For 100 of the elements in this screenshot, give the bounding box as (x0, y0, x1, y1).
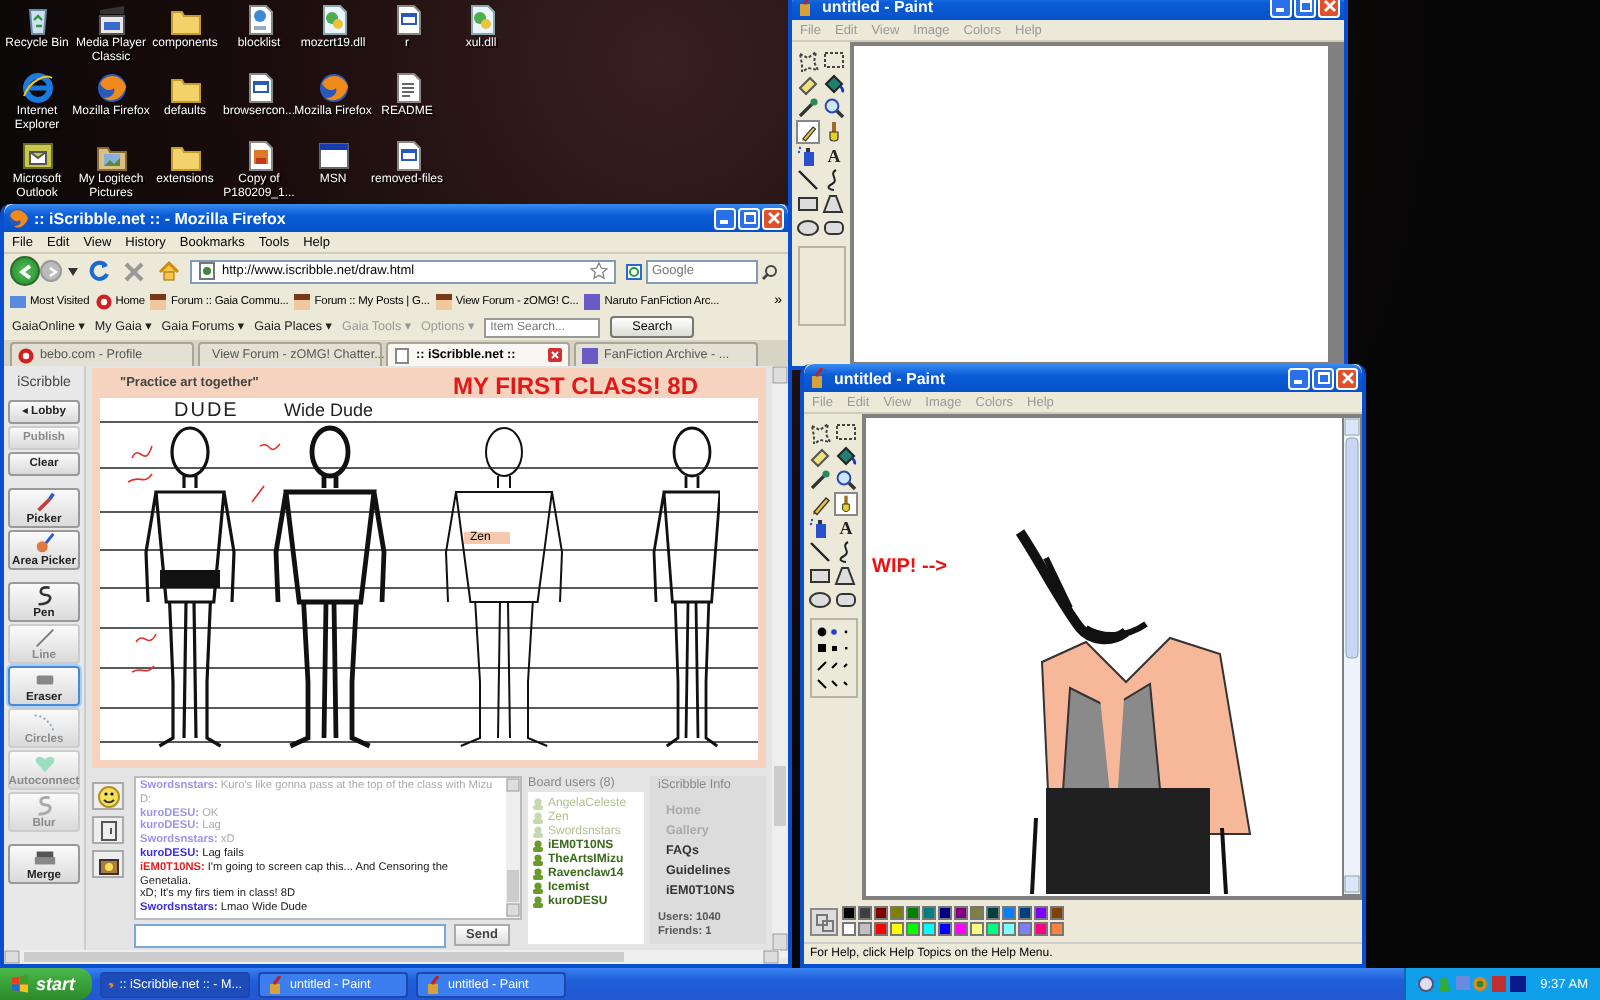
color-swatch[interactable] (858, 922, 872, 936)
tool-button[interactable] (834, 564, 858, 588)
color-swatch[interactable] (1050, 906, 1064, 920)
color-swatch[interactable] (922, 906, 936, 920)
color-swatch[interactable] (1018, 922, 1032, 936)
tool-button[interactable] (822, 72, 846, 96)
color-swatch[interactable] (842, 922, 856, 936)
color-swatch[interactable] (1050, 922, 1064, 936)
color-swatch[interactable] (986, 906, 1000, 920)
color-swatch[interactable] (922, 922, 936, 936)
color-swatch[interactable] (938, 922, 952, 936)
window-file-icon[interactable] (391, 4, 423, 36)
gear-file-icon[interactable] (317, 4, 349, 36)
pencil-icon (808, 492, 832, 516)
tool-button[interactable] (822, 48, 846, 72)
tool-button[interactable] (834, 444, 858, 468)
spray-can-icon (808, 516, 832, 540)
minimize-button[interactable] (714, 207, 736, 229)
reload-icon[interactable] (88, 260, 110, 282)
color-swatch[interactable] (954, 906, 968, 920)
window-title: untitled - Paint (822, 0, 936, 15)
ring-icon (95, 293, 112, 309)
maximize-button[interactable] (1294, 0, 1316, 17)
tool-button[interactable] (834, 588, 858, 612)
image-file-icon[interactable] (243, 140, 275, 172)
magnifier-icon (822, 96, 846, 120)
color-swatch[interactable] (954, 922, 968, 936)
envelope-icon[interactable] (21, 140, 53, 172)
tool-button[interactable] (808, 516, 832, 540)
emoticon-button[interactable] (92, 782, 124, 810)
minimize-button[interactable] (1270, 0, 1292, 17)
color-swatch[interactable] (1034, 922, 1048, 936)
close-button[interactable] (1336, 367, 1358, 389)
tool-button[interactable] (834, 492, 858, 516)
tool-button[interactable] (834, 468, 858, 492)
color-swatch[interactable] (890, 922, 904, 936)
tool-button[interactable] (796, 216, 820, 240)
tool-button[interactable]: A (834, 516, 858, 540)
paint-brush-cup-icon (424, 975, 442, 993)
maximize-button[interactable] (1312, 367, 1334, 389)
close-button[interactable] (1318, 0, 1340, 17)
tool-button[interactable] (808, 492, 832, 516)
window-file-icon[interactable] (243, 72, 275, 104)
tool-button[interactable] (796, 168, 820, 192)
tool-button[interactable] (796, 96, 820, 120)
door-button[interactable] (92, 816, 124, 844)
color-swatch[interactable] (1034, 906, 1048, 920)
color-swatch[interactable] (858, 906, 872, 920)
maximize-button[interactable] (738, 207, 760, 229)
camera-button[interactable] (92, 850, 124, 878)
color-swatch[interactable] (938, 906, 952, 920)
chat-input[interactable] (134, 924, 446, 948)
window-file-icon[interactable] (391, 140, 423, 172)
tool-button[interactable] (796, 48, 820, 72)
gear-file-icon[interactable] (465, 4, 497, 36)
tool-button[interactable] (822, 192, 846, 216)
tool-button[interactable] (796, 192, 820, 216)
color-swatch[interactable] (906, 906, 920, 920)
window-icon[interactable] (317, 140, 349, 172)
e-globe-icon[interactable] (21, 72, 53, 104)
tool-button[interactable] (808, 564, 832, 588)
tool-button[interactable]: A (822, 144, 846, 168)
color-swatch[interactable] (970, 906, 984, 920)
color-swatch[interactable] (986, 922, 1000, 936)
close-tab-icon[interactable] (548, 348, 562, 362)
color-swatch[interactable] (842, 906, 856, 920)
maximize-icon (1299, 0, 1311, 12)
close-button[interactable] (762, 207, 784, 229)
tool-button[interactable] (808, 588, 832, 612)
tool-button[interactable] (808, 420, 832, 444)
tool-button[interactable] (796, 72, 820, 96)
color-swatch[interactable] (874, 906, 888, 920)
color-swatch[interactable] (906, 922, 920, 936)
minimize-button[interactable] (1288, 367, 1310, 389)
web-page-file-icon[interactable] (243, 4, 275, 36)
tool-button[interactable] (822, 216, 846, 240)
color-swatch[interactable] (1018, 906, 1032, 920)
clapperboard-icon[interactable] (95, 4, 127, 36)
color-swatch[interactable] (970, 922, 984, 936)
tool-button[interactable] (796, 144, 820, 168)
color-swatch[interactable] (890, 906, 904, 920)
tool-button[interactable] (796, 120, 820, 144)
tool-button[interactable] (808, 540, 832, 564)
text-file-icon[interactable] (391, 72, 423, 104)
tool-button[interactable] (822, 96, 846, 120)
color-swatch[interactable] (1002, 922, 1016, 936)
eraser-icon (808, 444, 832, 468)
fox-globe-icon[interactable] (95, 72, 127, 104)
color-swatch[interactable] (1002, 906, 1016, 920)
paint-brush-cup-icon (266, 975, 284, 993)
tool-button[interactable] (808, 444, 832, 468)
tool-button[interactable] (808, 468, 832, 492)
caret-icon[interactable] (68, 267, 78, 275)
back-button[interactable] (10, 256, 40, 286)
scrollbar-drawing (506, 778, 520, 918)
fox-globe-icon[interactable] (317, 72, 349, 104)
color-swatch[interactable] (874, 922, 888, 936)
tool-button[interactable] (834, 420, 858, 444)
color-selector[interactable] (810, 907, 838, 935)
ellipse-icon (796, 216, 820, 240)
